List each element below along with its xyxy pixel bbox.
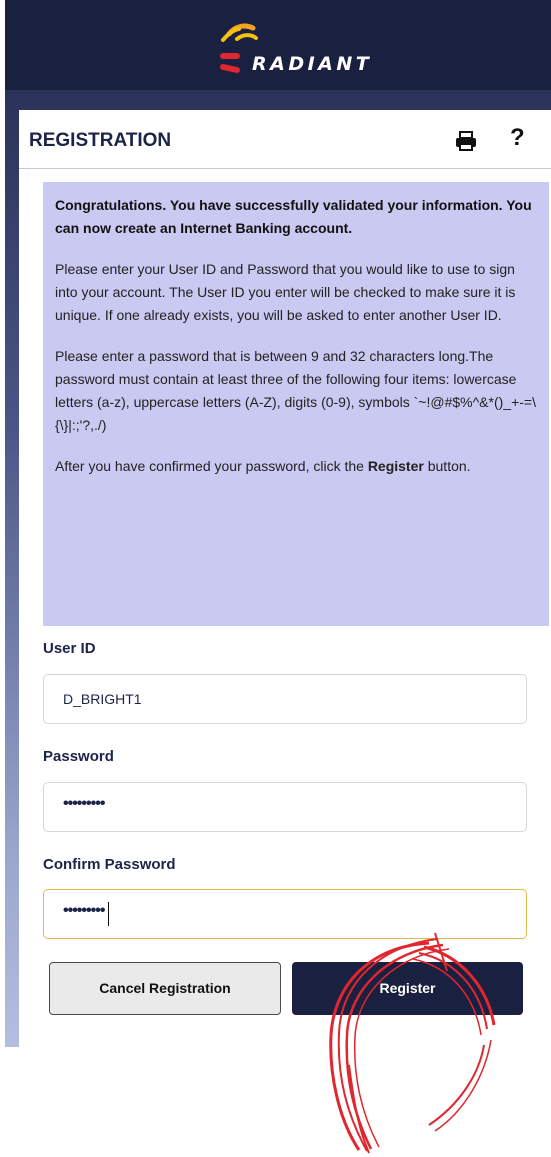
info-box: Congratulations. You have successfully v…: [43, 182, 549, 626]
help-icon[interactable]: ?: [510, 124, 525, 152]
info-paragraph-userid: Please enter your User ID and Password t…: [55, 261, 516, 323]
info-heading: Congratulations. You have successfully v…: [55, 197, 532, 236]
user-id-field[interactable]: D_BRIGHT1: [43, 674, 527, 724]
info-register-bold: Register: [367, 458, 424, 474]
confirm-password-label: Confirm Password: [43, 856, 176, 873]
text-caret: [108, 902, 109, 926]
top-header: RADIANT: [5, 0, 551, 90]
confirm-password-field[interactable]: •••••••••: [43, 889, 527, 939]
brand-name: RADIANT: [252, 53, 373, 75]
password-value: •••••••••: [63, 795, 105, 812]
annotation-scribble: [329, 932, 496, 1154]
user-id-value: D_BRIGHT1: [63, 691, 142, 707]
confirm-password-value: •••••••••: [63, 902, 105, 919]
print-icon[interactable]: [455, 131, 477, 151]
radiant-logo[interactable]: RADIANT: [215, 20, 375, 76]
user-id-label: User ID: [43, 640, 96, 657]
password-field[interactable]: •••••••••: [43, 782, 527, 832]
cancel-registration-button[interactable]: Cancel Registration: [49, 962, 281, 1015]
registration-panel: REGISTRATION ? Congratulations. You have…: [19, 110, 551, 1154]
info-register-prefix: After you have confirmed your password, …: [55, 458, 368, 474]
info-paragraph-password: Please enter a password that is between …: [55, 348, 536, 433]
register-button[interactable]: Register: [292, 962, 523, 1015]
page-title: REGISTRATION: [29, 130, 172, 151]
info-text: Congratulations. You have successfully v…: [55, 194, 541, 496]
info-paragraph-register: After you have confirmed your password, …: [55, 455, 541, 478]
info-register-suffix: button.: [423, 458, 471, 474]
password-label: Password: [43, 748, 114, 765]
panel-header: REGISTRATION ?: [19, 110, 551, 169]
